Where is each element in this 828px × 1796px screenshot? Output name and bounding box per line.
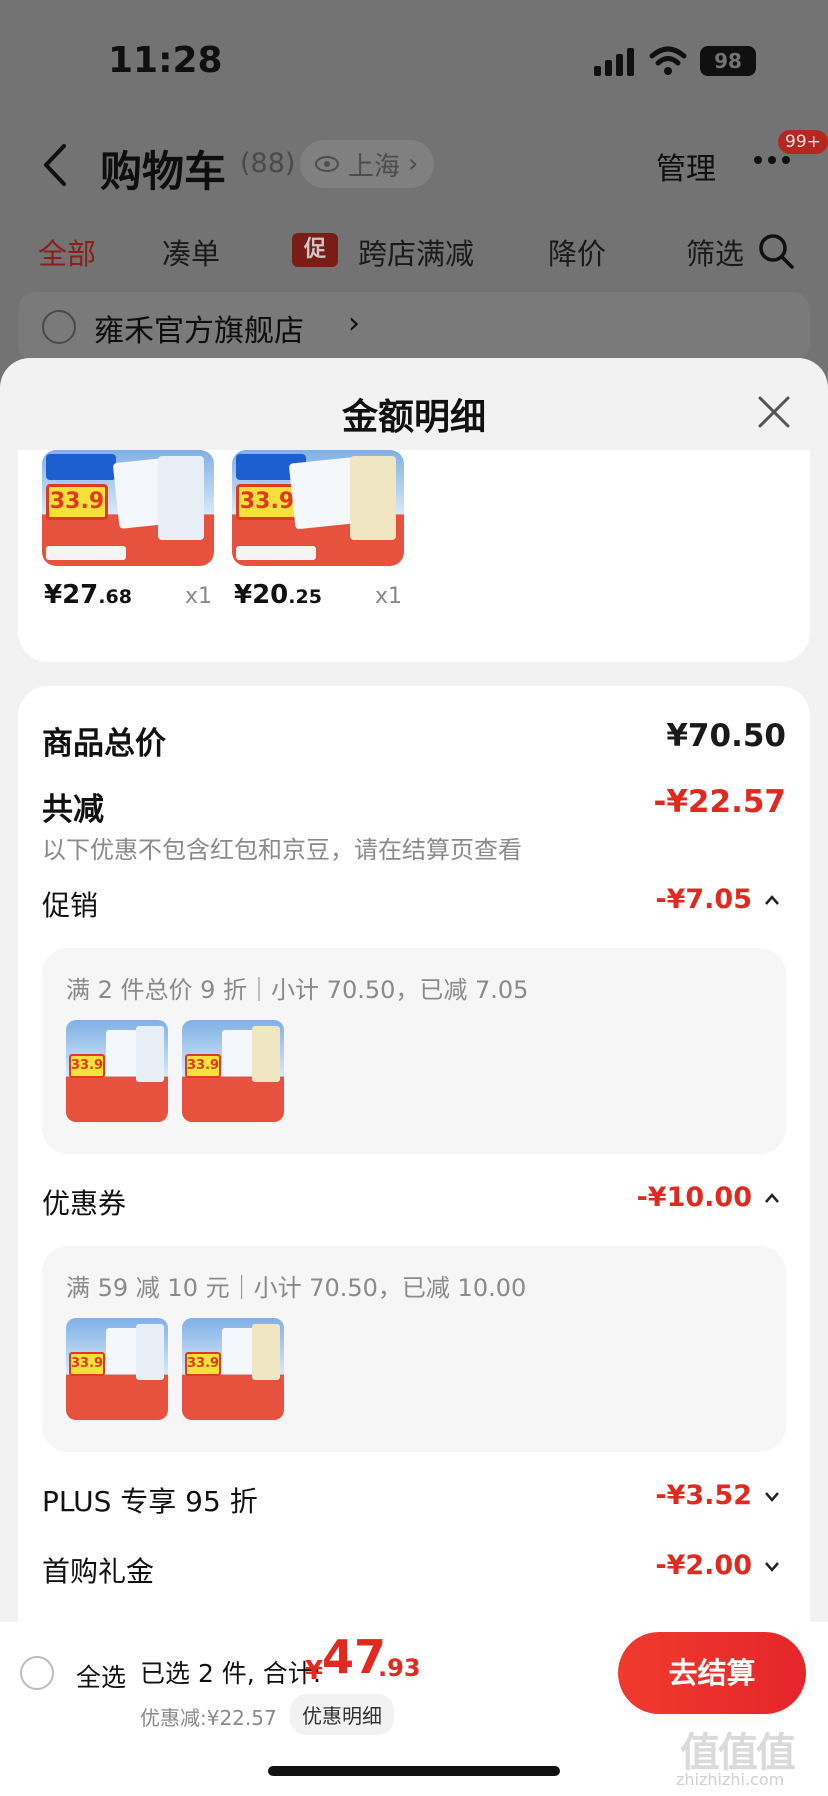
tab-price-drop[interactable]: 降价: [548, 231, 606, 273]
product-thumbnail: 33.9: [232, 450, 404, 566]
total-price-value: ¥70.50: [666, 718, 786, 754]
promo-detail-text: 满 2 件总价 9 折｜小计 70.50，已减 7.05: [66, 976, 529, 1004]
total-price-label: 商品总价: [42, 726, 166, 762]
amount-detail-sheet: 金额明细 33.9 ¥27.68 x1 33.9 ¥20.25 x1 商品总价: [0, 358, 828, 1796]
chevron-right-icon: ›: [408, 149, 419, 179]
product-thumbnail: 33.9: [66, 1318, 168, 1420]
watermark-url: zhizhizhi.com: [676, 1770, 785, 1789]
promo-label: 促销: [42, 889, 99, 922]
product-thumbnail: 33.9: [182, 1020, 284, 1122]
sheet-title: 金额明细: [341, 397, 486, 438]
product-card: 33.9 ¥27.68 x1 33.9 ¥20.25 x1: [18, 450, 810, 662]
first-purchase-label: 首购礼金: [42, 1555, 155, 1588]
wifi-icon: [649, 46, 687, 75]
status-bar: 11:28 98: [0, 0, 828, 120]
first-purchase-row[interactable]: 首购礼金 -¥2.00: [42, 1550, 786, 1590]
promo-row[interactable]: 促销 -¥7.05: [42, 884, 786, 924]
chevron-up-icon: [765, 1193, 779, 1203]
product-thumbnail: 33.9: [66, 1020, 168, 1122]
product-thumbnail: 33.9: [42, 450, 214, 566]
search-icon[interactable]: [756, 231, 796, 271]
product-qty: x1: [184, 584, 212, 609]
page-title: 购物车: [100, 147, 227, 196]
product-item[interactable]: 33.9 ¥20.25 x1: [232, 450, 404, 610]
promo-tag: 促: [292, 233, 338, 267]
coupon-detail-text: 满 59 减 10 元｜小计 70.50，已减 10.00: [66, 1274, 527, 1302]
store-checkbox[interactable]: [42, 310, 76, 344]
discount-detail-button[interactable]: 优惠明细: [290, 1694, 394, 1735]
total-price-row: 商品总价 ¥70.50: [42, 718, 786, 762]
product-thumbnail: 33.9: [182, 1318, 284, 1420]
status-time: 11:28: [108, 40, 223, 81]
cart-count: (88): [240, 148, 296, 179]
chevron-right-icon: ›: [348, 306, 360, 341]
coupon-label: 优惠券: [42, 1187, 127, 1220]
tab-all[interactable]: 全部: [38, 231, 96, 273]
total-amount-int: 47: [322, 1630, 387, 1684]
product-price: ¥27.68: [44, 580, 132, 610]
product-price: ¥20.25: [234, 580, 322, 610]
chevron-down-icon: [765, 1492, 779, 1502]
checkout-bar: 全选 已选 2 件, 合计: ¥ 47 .93 优惠减:¥22.57 优惠明细 …: [0, 1622, 828, 1796]
reduce-value: -¥22.57: [653, 784, 787, 820]
filter-tabs: 全部 凑单 促 跨店满减 降价 筛选: [0, 225, 828, 275]
reduce-row: 共减 -¥22.57: [42, 784, 787, 828]
promo-detail-box: 满 2 件总价 9 折｜小计 70.50，已减 7.05 33.9 33.9: [42, 948, 786, 1154]
nav-bar: 购物车 (88) 上海 › 管理 99+: [0, 120, 828, 210]
selected-summary: 已选 2 件, 合计:: [140, 1659, 322, 1688]
tab-combine[interactable]: 凑单: [162, 231, 220, 273]
coupon-row[interactable]: 优惠券 -¥10.00: [42, 1182, 786, 1222]
cart-page-backdrop: 11:28 98 购物车 (88) 上海 › 管理 99+ 全部 凑单 促 跨店…: [0, 0, 828, 400]
location-chip[interactable]: 上海 ›: [300, 140, 435, 188]
total-currency: ¥: [305, 1656, 324, 1686]
store-row[interactable]: 雍禾官方旗舰店 ›: [18, 292, 810, 362]
chevron-up-icon: [765, 895, 779, 905]
select-all-checkbox[interactable]: [20, 1656, 54, 1690]
select-all-label[interactable]: 全选: [76, 1658, 126, 1694]
home-indicator[interactable]: [268, 1766, 560, 1776]
reduce-label: 共减: [42, 792, 104, 828]
battery-icon: 98: [700, 46, 756, 76]
signal-icon: [594, 46, 636, 76]
tab-cross-store[interactable]: 跨店满减: [358, 231, 474, 273]
eye-icon: [315, 156, 339, 172]
product-item[interactable]: 33.9 ¥27.68 x1: [42, 450, 214, 610]
plus-row[interactable]: PLUS 专享 95 折 -¥3.52: [42, 1480, 786, 1520]
checkout-button[interactable]: 去结算: [618, 1632, 806, 1714]
tab-filter[interactable]: 筛选: [686, 231, 746, 273]
coupon-detail-box: 满 59 减 10 元｜小计 70.50，已减 10.00 33.9 33.9: [42, 1246, 786, 1452]
store-name: 雍禾官方旗舰店: [94, 314, 304, 349]
location-label: 上海: [348, 151, 401, 182]
total-amount-dec: .93: [378, 1654, 421, 1682]
product-qty: x1: [374, 584, 402, 609]
reduce-note: 以下优惠不包含红包和京豆，请在结算页查看: [42, 836, 522, 864]
plus-label: PLUS 专享 95 折: [42, 1485, 258, 1518]
manage-button[interactable]: 管理: [656, 144, 716, 188]
close-icon[interactable]: [756, 394, 792, 430]
message-count-badge: 99+: [778, 130, 828, 154]
discount-summary: 优惠减:¥22.57: [140, 1706, 277, 1730]
back-arrow-icon[interactable]: [40, 142, 70, 188]
chevron-down-icon: [765, 1562, 779, 1572]
